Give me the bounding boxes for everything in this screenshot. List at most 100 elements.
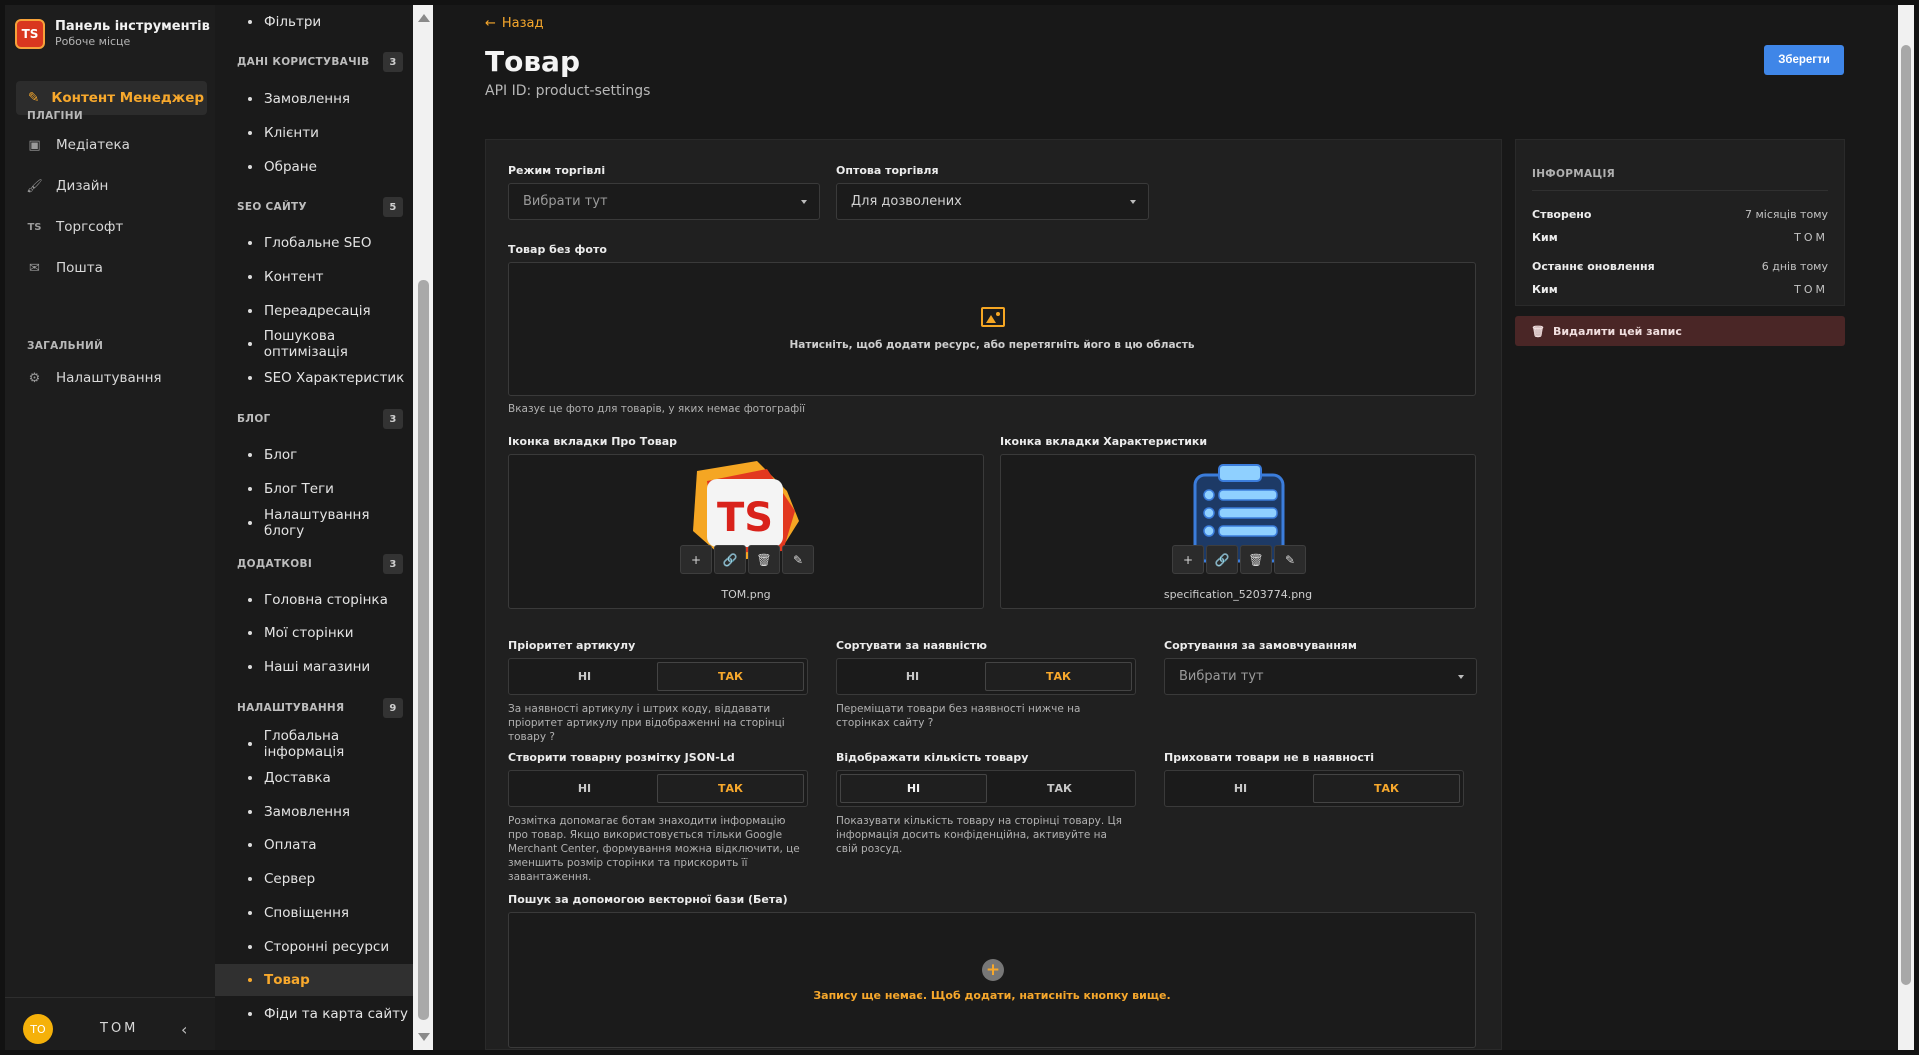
info-title: ІНФОРМАЦІЯ xyxy=(1532,168,1616,180)
menu-count-badge: 5 xyxy=(383,197,403,217)
menu-item[interactable]: Наші магазини xyxy=(215,651,413,683)
info-row-updated-by: Ким TOM xyxy=(1532,283,1828,296)
about-icon-asset[interactable]: TS + 🔗 🗑 ✎ TOM.png xyxy=(508,454,984,609)
menu-item[interactable]: Глобальне SEO xyxy=(215,227,413,259)
toggle-yes[interactable]: ТАК xyxy=(1313,774,1460,803)
menu-item[interactable]: Замовлення xyxy=(215,796,413,828)
toggle-no[interactable]: НІ xyxy=(512,662,657,691)
toggle-yes[interactable]: ТАК xyxy=(987,774,1132,803)
menu-item[interactable]: Мої сторінки xyxy=(215,617,413,649)
menu-group-settings[interactable]: НАЛАШТУВАННЯ 9 xyxy=(237,698,403,718)
jsonld-toggle[interactable]: НІ ТАК xyxy=(508,770,808,807)
menu-item[interactable]: Фіди та карта сайту xyxy=(215,998,413,1030)
menu-item[interactable]: Обране xyxy=(215,151,413,183)
sidebar-item-settings[interactable]: ⚙ Налаштування xyxy=(27,370,162,386)
sort-stock-toggle[interactable]: НІ ТАК xyxy=(836,658,1136,695)
page-scroll-thumb[interactable] xyxy=(1901,45,1911,985)
menu-count-badge: 3 xyxy=(383,52,403,72)
default-sort-select[interactable]: Вибрати тут xyxy=(1164,658,1477,695)
menu-group-extra[interactable]: ДОДАТКОВІ 3 xyxy=(237,554,403,574)
ts-icon: TS xyxy=(27,221,42,233)
toggle-yes[interactable]: ТАК xyxy=(985,662,1132,691)
menu-item[interactable]: Глобальна інформація xyxy=(215,728,413,760)
dropzone-text: Натисніть, щоб додати ресурс, або перетя… xyxy=(789,339,1195,351)
sku-priority-toggle[interactable]: НІ ТАК xyxy=(508,658,808,695)
no-photo-hint: Вказує це фото для товарів, у яких немає… xyxy=(508,403,806,415)
menu-item[interactable]: Доставка xyxy=(215,762,413,794)
sidebar-item-torgsoft[interactable]: TS Торгсофт xyxy=(27,219,123,235)
menu-item[interactable]: Налаштування блогу xyxy=(215,507,413,539)
menu-item[interactable]: Блог Теги xyxy=(215,473,413,505)
menu-item[interactable]: Сервер xyxy=(215,863,413,895)
form-panel: Режим торгівлі Вибрати тут Оптова торгів… xyxy=(485,139,1502,1050)
show-qty-label: Відображати кількість товару xyxy=(836,751,1029,764)
toggle-yes[interactable]: ТАК xyxy=(657,662,804,691)
menu-item[interactable]: SEO Характеристик xyxy=(215,362,413,394)
sidebar-item-label: Пошта xyxy=(56,260,103,276)
link-icon[interactable]: 🔗 xyxy=(714,545,746,574)
menu-group-blog[interactable]: БЛОГ 3 xyxy=(237,409,403,429)
menu-item-active[interactable]: Товар xyxy=(215,964,413,996)
menu-item[interactable]: Переадресація xyxy=(215,295,413,327)
menu-item[interactable]: Оплата xyxy=(215,829,413,861)
info-row-created-by: Ким TOM xyxy=(1532,231,1828,244)
sidebar-item-label: Дизайн xyxy=(56,178,109,194)
scroll-up-icon[interactable] xyxy=(418,14,430,22)
info-divider xyxy=(1532,190,1828,191)
toggle-no[interactable]: НІ xyxy=(1168,774,1313,803)
toggle-yes[interactable]: ТАК xyxy=(657,774,804,803)
menu-item[interactable]: Клієнти xyxy=(215,117,413,149)
menu-item[interactable]: Сповіщення xyxy=(215,897,413,929)
link-icon[interactable]: 🔗 xyxy=(1206,545,1238,574)
plus-icon[interactable]: + xyxy=(680,545,712,574)
info-row-updated: Останнє оновлення 6 днів тому xyxy=(1532,260,1828,273)
hide-oos-label: Приховати товари не в наявності xyxy=(1164,751,1375,764)
trash-icon[interactable]: 🗑 xyxy=(748,545,780,574)
menu-item[interactable]: Блог xyxy=(215,439,413,471)
menu-item[interactable]: Фільтри xyxy=(215,6,413,38)
page-scrollbar[interactable] xyxy=(1898,5,1914,1050)
toggle-no[interactable]: НІ xyxy=(512,774,657,803)
plus-circle-icon[interactable]: + xyxy=(982,959,1004,981)
no-photo-dropzone[interactable]: Натисніть, щоб додати ресурс, або перетя… xyxy=(508,262,1476,396)
spec-icon-asset[interactable]: + 🔗 🗑 ✎ specification_5203774.png xyxy=(1000,454,1476,609)
plus-icon[interactable]: + xyxy=(1172,545,1204,574)
wholesale-select[interactable]: Для дозволених xyxy=(836,183,1149,220)
menu-scroll-thumb[interactable] xyxy=(418,280,429,1020)
trash-icon[interactable]: 🗑 xyxy=(1240,545,1272,574)
sidebar-item-media[interactable]: ▣ Медіатека xyxy=(27,137,130,153)
trade-mode-select[interactable]: Вибрати тут xyxy=(508,183,820,220)
back-link[interactable]: ← Назад xyxy=(485,16,544,31)
menu-group-user-data[interactable]: ДАНІ КОРИСТУВАЧІВ 3 xyxy=(237,52,403,72)
no-photo-label: Товар без фото xyxy=(508,243,607,256)
menu-item[interactable]: Пошукова оптимізація xyxy=(215,328,413,360)
asset-toolbar: + 🔗 🗑 ✎ xyxy=(680,545,814,574)
menu-count-badge: 9 xyxy=(383,698,403,718)
menu-item[interactable]: Контент xyxy=(215,261,413,293)
hide-oos-toggle[interactable]: НІ ТАК xyxy=(1164,770,1464,807)
menu-item[interactable]: Замовлення xyxy=(215,83,413,115)
sort-stock-hint: Переміщати товари без наявності нижче на… xyxy=(836,703,1081,729)
save-button[interactable]: Зберегти xyxy=(1764,45,1844,75)
show-qty-toggle[interactable]: НІ ТАК xyxy=(836,770,1136,807)
brand[interactable]: TS Панель інструментів Робоче місце xyxy=(15,19,210,49)
toggle-no[interactable]: НІ xyxy=(840,774,987,803)
scroll-down-icon[interactable] xyxy=(418,1033,430,1041)
chevron-left-icon[interactable]: ‹ xyxy=(181,1020,187,1039)
menu-item[interactable]: Головна сторінка xyxy=(215,584,413,616)
vector-search-label: Пошук за допомогою векторної бази (Бета) xyxy=(508,893,788,906)
delete-record-button[interactable]: 🗑 Видалити цей запис xyxy=(1515,316,1845,346)
pencil-icon[interactable]: ✎ xyxy=(782,545,814,574)
avatar[interactable]: TO xyxy=(23,1014,53,1044)
pencil-icon[interactable]: ✎ xyxy=(1274,545,1306,574)
menu-item[interactable]: Сторонні ресурси xyxy=(215,931,413,963)
sidebar-item-mail[interactable]: ✉ Пошта xyxy=(27,260,103,276)
media-icon: ▣ xyxy=(28,137,41,153)
menu-scrollbar[interactable] xyxy=(413,5,433,1050)
info-row-created: Створено 7 місяців тому xyxy=(1532,208,1828,221)
menu-group-seo[interactable]: SEO САЙТУ 5 xyxy=(237,197,403,217)
sidebar-item-design[interactable]: 🖌 Дизайн xyxy=(26,178,109,194)
toggle-no[interactable]: НІ xyxy=(840,662,985,691)
spec-icon-filename: specification_5203774.png xyxy=(1163,588,1313,601)
trade-mode-label: Режим торгівлі xyxy=(508,164,606,177)
